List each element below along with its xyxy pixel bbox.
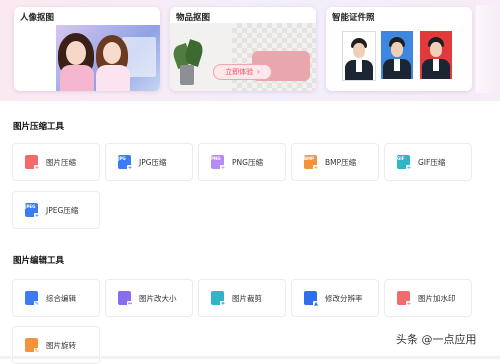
bmp-file-icon: BMP + (304, 155, 319, 171)
face (353, 43, 365, 58)
tool-crop[interactable]: ⌗ 图片裁剪 (198, 279, 286, 317)
id-photo-blue (381, 31, 413, 79)
tool-label: PNG压缩 (232, 157, 263, 167)
tool-resolution[interactable]: ▲ 修改分辨率 (291, 279, 379, 317)
tool-label: GIF压缩 (418, 157, 446, 167)
icon-tag: JPG (118, 156, 126, 161)
face (391, 42, 403, 57)
card-title: 智能证件照 (332, 13, 375, 23)
tool-add-watermark[interactable]: + 图片加水印 (384, 279, 472, 317)
try-now-button[interactable]: 立即体验 › (213, 64, 272, 80)
tool-gif-compress[interactable]: GIF + GIF压缩 (384, 143, 472, 181)
icon-tag: GIF (397, 156, 405, 161)
portrait-cutout-card[interactable]: 人像抠图 (14, 7, 160, 91)
id-photo-card[interactable]: 智能证件照 (326, 7, 472, 91)
tool-label: 图片加水印 (418, 293, 456, 303)
try-now-label: 立即体验 (225, 68, 254, 76)
crop-icon: ⌗ (211, 291, 226, 307)
source-watermark: 头条 @一点应用 (396, 333, 477, 346)
tool-jpeg-compress[interactable]: JPEG + JPEG压缩 (12, 191, 100, 229)
resize-icon: ↔ (118, 291, 133, 307)
person-face (66, 41, 86, 65)
watermark-icon: + (397, 291, 412, 307)
tool-label: 图片压缩 (46, 157, 76, 167)
edit-section-title: 图片编辑工具 (13, 256, 65, 266)
tool-resize[interactable]: ↔ 图片改大小 (105, 279, 193, 317)
object-cutout-card[interactable]: 物品抠图 立即体验 › (170, 7, 316, 91)
jpeg-file-icon: JPEG + (25, 203, 40, 219)
tool-label: 图片裁剪 (232, 293, 262, 303)
image-edit-icon: ✎ (25, 291, 40, 307)
icon-tag: BMP (304, 156, 314, 161)
gif-file-icon: GIF + (397, 155, 412, 171)
compress-section-title: 图片压缩工具 (13, 122, 65, 132)
id-photo-red (420, 31, 452, 79)
resolution-icon: ▲ (304, 291, 319, 307)
icon-tag: JPEG (25, 204, 36, 209)
tool-jpg-compress[interactable]: JPG + JPG压缩 (105, 143, 193, 181)
person-body (96, 65, 130, 91)
chevron-right-icon: › (257, 68, 260, 76)
face (430, 42, 442, 57)
tool-label: 图片改大小 (139, 293, 177, 303)
icon-tag: PNG (211, 156, 221, 161)
tool-label: JPG压缩 (139, 157, 167, 167)
plant-pot (180, 65, 194, 85)
tool-label: 综合编辑 (46, 293, 76, 303)
tool-label: JPEG压缩 (46, 205, 79, 215)
tool-label: BMP压缩 (325, 157, 357, 167)
id-photo-white (342, 31, 376, 81)
shirt (394, 59, 400, 71)
jpg-file-icon: JPG + (118, 155, 133, 171)
person-body (60, 65, 94, 91)
tool-png-compress[interactable]: PNG + PNG压缩 (198, 143, 286, 181)
shirt (433, 59, 439, 71)
tool-comprehensive-edit[interactable]: ✎ 综合编辑 (12, 279, 100, 317)
tool-bmp-compress[interactable]: BMP + BMP压缩 (291, 143, 379, 181)
person-face (103, 42, 121, 64)
png-file-icon: PNG + (211, 155, 226, 171)
card-title: 物品抠图 (176, 13, 211, 23)
tool-image-compress[interactable]: + 图片压缩 (12, 143, 100, 181)
tool-label: 图片旋转 (46, 340, 76, 350)
shirt (356, 60, 362, 72)
image-compress-icon: + (25, 155, 40, 171)
rotate-icon: ↻ (25, 338, 40, 354)
tool-label: 修改分辨率 (325, 293, 363, 303)
next-card-peek (476, 5, 500, 93)
card-title: 人像抠图 (20, 13, 55, 23)
divider (0, 100, 500, 101)
